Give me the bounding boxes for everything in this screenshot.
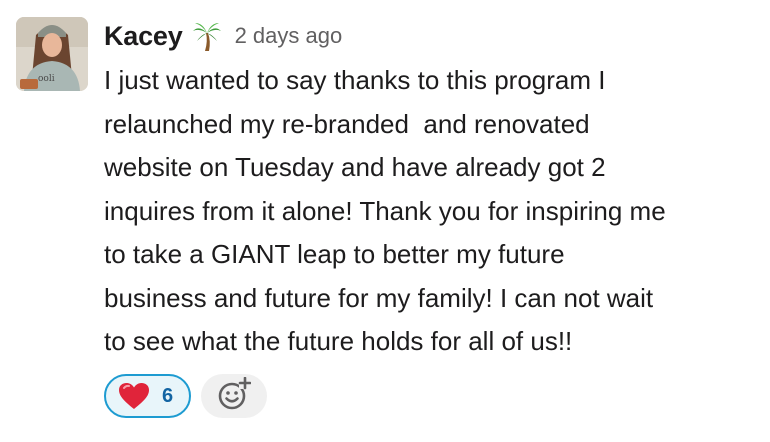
avatar[interactable]: ooli — [16, 17, 88, 91]
message: ooli Kacey 2 days ago I just wanted to s… — [0, 0, 770, 442]
reaction-bar: 6 — [104, 372, 268, 420]
svg-text:ooli: ooli — [38, 74, 55, 84]
message-text-line: business and future for my family! I can… — [104, 282, 654, 313]
red-heart-icon — [118, 382, 150, 410]
message-text-line: inquires from it alone! Thank you for in… — [104, 195, 666, 226]
add-reaction-button[interactable] — [201, 374, 268, 418]
add-reaction-icon — [217, 376, 252, 416]
message-text: I just wanted to say thanks to this prog… — [104, 59, 764, 364]
message-text-line: website on Tuesday and have already got … — [104, 152, 606, 182]
message-text-line: to see what the future holds for all of … — [104, 326, 573, 356]
palm-tree-icon — [192, 21, 221, 51]
message-text-line: I just wanted to say thanks to this prog… — [104, 65, 606, 95]
timestamp[interactable]: 2 days ago — [235, 23, 343, 49]
message-text-line: to take a GIANT leap to better my future — [104, 239, 565, 269]
message-header: Kacey 2 days ago — [104, 16, 342, 56]
author-name[interactable]: Kacey — [104, 21, 183, 52]
message-text-line: relaunched my re-branded and renovated — [104, 108, 590, 139]
reaction-count: 6 — [162, 384, 174, 407]
reaction-heart-button[interactable]: 6 — [104, 374, 192, 418]
